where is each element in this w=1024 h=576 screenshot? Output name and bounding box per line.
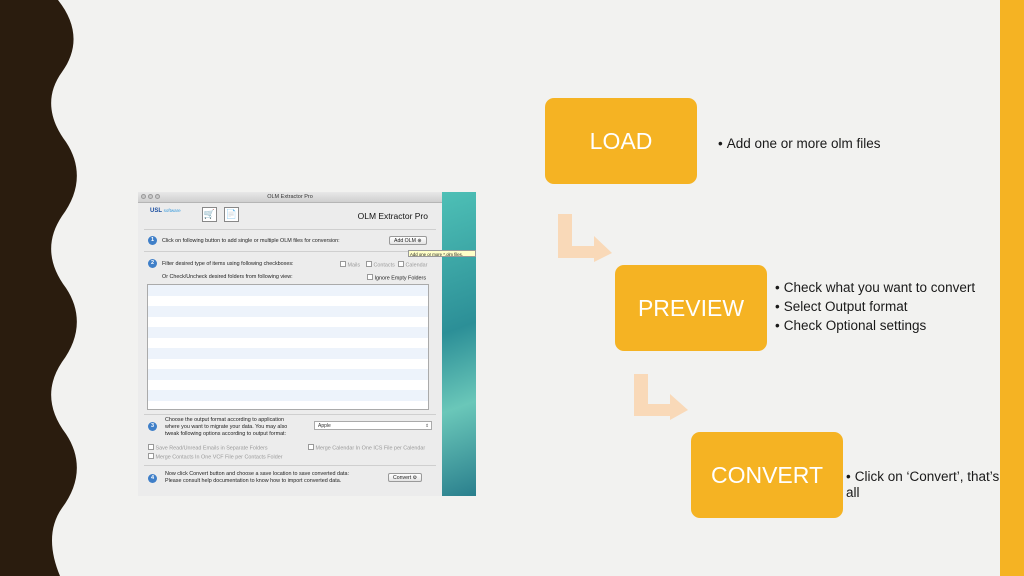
step-3-line3: tweak following options according to out… — [165, 431, 287, 437]
logo-sub: software — [163, 208, 181, 213]
divider — [144, 251, 436, 252]
contacts-checkbox[interactable]: Contacts — [366, 261, 395, 269]
logo-brand: USL — [150, 208, 162, 214]
mails-checkbox[interactable]: Mails — [340, 261, 360, 269]
merge-contacts-label: Merge Contacts In One VCF File per Conta… — [155, 454, 283, 461]
ignore-empty-folders-checkbox[interactable]: Ignore Empty Folders — [367, 274, 426, 282]
desktop-wallpaper — [442, 192, 476, 496]
step-4-line2: Please consult help documentation to kno… — [165, 478, 342, 484]
load-box: LOAD — [545, 98, 697, 184]
preview-bullets: Check what you want to convert Select Ou… — [775, 278, 975, 335]
convert-bullet: Click on ‘Convert’, that’s all — [846, 469, 1011, 501]
usl-logo: USL software — [150, 208, 181, 214]
preview-box: PREVIEW — [615, 265, 767, 351]
step-3-line2: where you want to migrate your data. You… — [165, 424, 288, 430]
divider — [144, 465, 436, 466]
load-bullet: Add one or more olm files — [718, 134, 881, 153]
window-title: OLM Extractor Pro — [267, 194, 313, 200]
divider — [144, 229, 436, 230]
step-2-text2: Or Check/Uncheck desired folders from fo… — [162, 274, 293, 280]
step-1-text: Click on following button to add single … — [162, 238, 340, 244]
ignore-empty-label: Ignore Empty Folders — [374, 275, 427, 282]
output-format-select[interactable]: Apple ⇕ — [314, 421, 432, 430]
convert-bullets: Click on ‘Convert’, that’s all — [846, 469, 1011, 501]
preview-bullet: Check what you want to convert — [775, 278, 975, 297]
contacts-label: Contacts — [373, 262, 395, 269]
calendar-label: Calendar — [405, 262, 428, 269]
app-title: OLM Extractor Pro — [357, 211, 428, 221]
cart-icon[interactable]: 🛒 — [202, 207, 217, 222]
preview-bullet: Select Output format — [775, 297, 975, 316]
load-bullets: Add one or more olm files — [718, 134, 881, 153]
step-2-text: Filter desired type of items using follo… — [162, 261, 294, 267]
calendar-checkbox[interactable]: Calendar — [398, 261, 427, 269]
app-window: OLM Extractor Pro USL software 🛒 📄 OLM E… — [138, 192, 476, 496]
app-header: USL software 🛒 📄 OLM Extractor Pro — [144, 204, 438, 226]
output-format-value: Apple — [318, 423, 331, 429]
mails-label: Mails — [347, 262, 361, 269]
merge-calendar-checkbox[interactable]: Merge Calendar In One ICS File per Calen… — [308, 444, 425, 452]
flow-arrow-2 — [634, 374, 688, 420]
add-olm-label: Add OLM — [394, 238, 416, 244]
read-unread-checkbox[interactable]: Save Read/Unread Emails in Separate Fold… — [148, 444, 268, 452]
step-3-line1: Choose the output format according to ap… — [165, 417, 284, 423]
step-1-badge: 1 — [148, 236, 157, 245]
step-4-badge: 4 — [148, 474, 157, 483]
read-unread-label: Save Read/Unread Emails in Separate Fold… — [155, 445, 268, 452]
folder-tree-view[interactable] — [147, 284, 429, 410]
wavy-left-border — [0, 0, 77, 576]
step-2-badge: 2 — [148, 259, 157, 268]
flow-arrow-1 — [558, 214, 612, 262]
add-olm-button[interactable]: Add OLM ⊕ — [389, 236, 427, 245]
window-titlebar: OLM Extractor Pro — [138, 192, 442, 203]
divider — [144, 414, 436, 415]
convert-box: CONVERT — [691, 432, 843, 518]
merge-calendar-label: Merge Calendar In One ICS File per Calen… — [315, 445, 426, 452]
merge-contacts-checkbox[interactable]: Merge Contacts In One VCF File per Conta… — [148, 453, 283, 461]
convert-label: Convert — [393, 475, 412, 481]
preview-bullet: Check Optional settings — [775, 316, 975, 335]
step-3-badge: 3 — [148, 422, 157, 431]
chevron-updown-icon: ⇕ — [425, 423, 429, 428]
pdf-help-icon[interactable]: 📄 — [224, 207, 239, 222]
step-4-line1: Now click Convert button and choose a sa… — [165, 471, 349, 477]
app-screenshot: OLM Extractor Pro USL software 🛒 📄 OLM E… — [138, 192, 476, 496]
convert-button[interactable]: Convert ⚙ — [388, 473, 423, 482]
add-olm-tooltip: Add one or more *.olm files. — [408, 250, 476, 257]
